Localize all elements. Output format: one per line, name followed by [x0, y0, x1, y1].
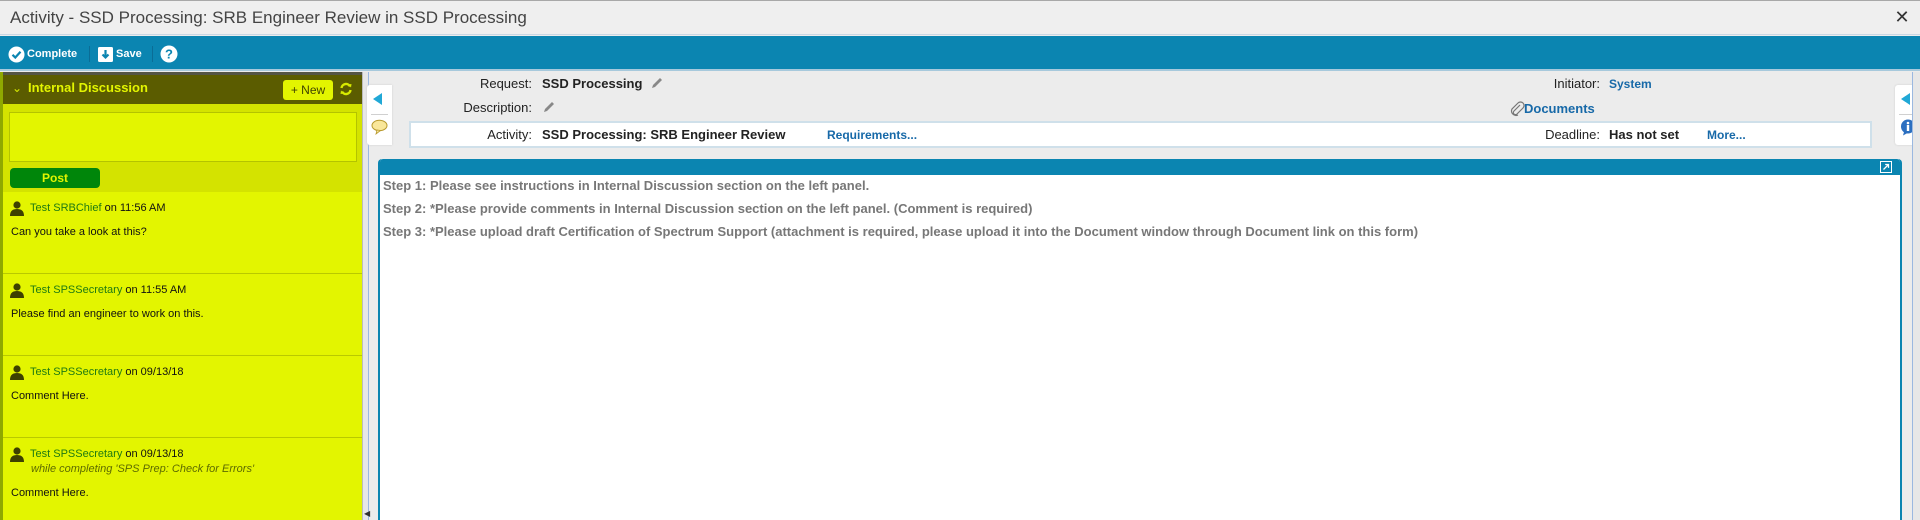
toolbar-separator [89, 46, 90, 62]
user-icon [10, 447, 24, 462]
activity-label: Activity: [487, 127, 532, 142]
edit-request-pencil-icon[interactable] [650, 76, 664, 90]
internal-discussion-panel: ⌄ Internal Discussion + New Post Test SR… [0, 72, 362, 520]
deadline-value: Has not set [1609, 127, 1680, 142]
message-meta: Test SPSSecretary on 11:55 AM [30, 284, 186, 296]
help-button[interactable]: ? [160, 44, 180, 64]
instruction-step: Step 2: *Please provide comments in Inte… [383, 201, 1033, 216]
message-author[interactable]: Test SPSSecretary [30, 366, 122, 378]
discussion-message: Test SPSSecretary on 09/13/18 while comp… [3, 438, 362, 520]
message-meta: Test SRBChief on 11:56 AM [30, 202, 166, 214]
splitter-grip-icon[interactable]: ◀ [364, 509, 370, 518]
message-body: Comment Here. [11, 487, 89, 499]
message-time: on 09/13/18 [125, 366, 184, 378]
message-author[interactable]: Test SPSSecretary [30, 284, 122, 296]
discussion-message: Test SPSSecretary on 09/13/18 Comment He… [3, 356, 362, 438]
user-icon [10, 201, 24, 216]
complete-button[interactable]: Complete [8, 44, 77, 64]
message-body: Comment Here. [11, 390, 89, 402]
message-context: while completing 'SPS Prep: Check for Er… [31, 463, 255, 475]
discussion-message: Test SRBChief on 11:56 AM Can you take a… [3, 192, 362, 274]
message-author[interactable]: Test SRBChief [30, 202, 102, 214]
window-titlebar: Activity - SSD Processing: SRB Engineer … [0, 0, 1920, 35]
svg-text:?: ? [165, 47, 173, 62]
help-icon: ? [160, 45, 178, 63]
toolbar-separator [152, 46, 153, 62]
paperclip-icon [1510, 101, 1525, 117]
maximize-icon[interactable] [1880, 161, 1892, 173]
message-time: on 11:55 AM [125, 284, 187, 296]
collapse-left-arrow-icon[interactable] [373, 93, 382, 105]
discussion-title: Internal Discussion [28, 80, 148, 95]
documents-link[interactable]: Documents [1524, 101, 1595, 116]
check-circle-icon [8, 46, 25, 62]
post-button[interactable]: Post [10, 168, 100, 188]
instruction-step: Step 3: *Please upload draft Certificati… [383, 224, 1419, 239]
more-link[interactable]: More... [1707, 128, 1746, 142]
requirements-link[interactable]: Requirements... [827, 128, 917, 142]
instructions-panel: Step 1: Please see instructions in Inter… [378, 159, 1902, 520]
message-time: on 09/13/18 [125, 448, 184, 460]
message-body: Please find an engineer to work on this. [11, 308, 204, 320]
initiator-label: Initiator: [1553, 76, 1600, 91]
edit-description-pencil-icon[interactable] [542, 100, 556, 114]
activity-value: SSD Processing: SRB Engineer Review [542, 127, 786, 142]
description-label: Description: [463, 100, 532, 115]
comment-bubble-icon[interactable] [371, 119, 388, 135]
refresh-icon[interactable] [339, 82, 353, 96]
save-icon [98, 46, 113, 62]
user-icon [10, 283, 24, 298]
discussion-header: ⌄ Internal Discussion + New [3, 72, 362, 104]
compose-area: Post [3, 104, 362, 192]
toolbar: Complete Save ? [0, 36, 1920, 71]
message-meta: Test SPSSecretary on 09/13/18 [30, 366, 184, 378]
window-title: Activity - SSD Processing: SRB Engineer … [10, 8, 527, 27]
right-panel-splitter[interactable] [1912, 72, 1920, 520]
expand-right-arrow-icon[interactable] [1901, 93, 1910, 105]
comment-input[interactable] [9, 112, 357, 162]
message-time: on 11:56 AM [104, 202, 166, 214]
user-icon [10, 365, 24, 380]
new-discussion-button[interactable]: + New [283, 80, 333, 100]
initiator-value[interactable]: System [1609, 77, 1652, 91]
instruction-step: Step 1: Please see instructions in Inter… [383, 178, 870, 193]
deadline-label: Deadline: [1545, 127, 1600, 142]
side-tab-divider [371, 114, 388, 115]
message-body: Can you take a look at this? [11, 226, 147, 238]
save-button[interactable]: Save [97, 44, 142, 64]
message-meta: Test SPSSecretary on 09/13/18 [30, 448, 184, 460]
collapse-chevron-icon[interactable]: ⌄ [12, 81, 22, 95]
complete-label: Complete [27, 48, 78, 60]
instructions-header-bar [380, 159, 1900, 175]
discussion-message: Test SPSSecretary on 11:55 AM Please fin… [3, 274, 362, 356]
message-author[interactable]: Test SPSSecretary [30, 448, 122, 460]
close-icon[interactable]: ✕ [1892, 7, 1912, 27]
save-label: Save [116, 48, 142, 60]
request-value: SSD Processing [542, 76, 643, 91]
request-label: Request: [479, 76, 532, 91]
left-side-tab [367, 85, 392, 145]
